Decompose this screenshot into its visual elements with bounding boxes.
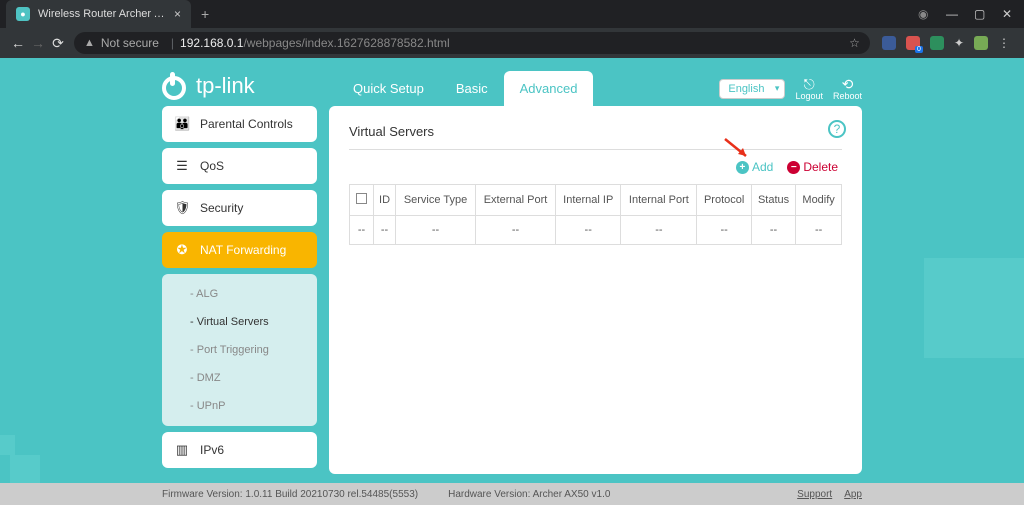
qos-icon: ☰ (174, 158, 190, 174)
security-label: Not secure (101, 36, 159, 50)
extension-icons: 0 ✦ ⋮ (876, 36, 1016, 50)
col-status: Status (751, 185, 795, 216)
brand-logo: tp-link (162, 72, 317, 100)
support-link[interactable]: Support (797, 489, 832, 500)
url-input[interactable]: ▲ Not secure | 192.168.0.1 /webpages/ind… (74, 32, 870, 54)
close-tab-icon[interactable]: × (174, 7, 181, 21)
sidebar-item-label: IPv6 (200, 443, 224, 457)
sub-item-port-triggering[interactable]: Port Triggering (162, 336, 317, 364)
select-all-checkbox[interactable] (350, 185, 374, 216)
language-select[interactable]: English (719, 79, 785, 99)
delete-button[interactable]: − Delete (787, 160, 838, 174)
virtual-servers-table: ID Service Type External Port Internal I… (349, 184, 842, 245)
col-id: ID (374, 185, 396, 216)
nav-back-button[interactable]: ← (8, 35, 28, 51)
nav-reload-button[interactable]: ⟳ (48, 35, 68, 52)
url-host: 192.168.0.1 (180, 36, 243, 50)
sidebar-item-qos[interactable]: ☰ QoS (162, 148, 317, 184)
table-row-empty: -- -- -- -- -- -- -- -- -- (350, 216, 842, 245)
sub-item-virtual-servers[interactable]: Virtual Servers (162, 308, 317, 336)
parental-icon: 👪 (174, 116, 190, 132)
page-title: Virtual Servers (349, 124, 842, 150)
sidebar-item-parental-controls[interactable]: 👪 Parental Controls (162, 106, 317, 142)
browser-tab[interactable]: ● Wireless Router Archer AX50 × (6, 0, 191, 28)
sub-item-dmz[interactable]: DMZ (162, 364, 317, 392)
sidebar: 👪 Parental Controls ☰ QoS 🛡 Security ✪ N… (162, 106, 317, 474)
sidebar-item-nat-forwarding[interactable]: ✪ NAT Forwarding (162, 232, 317, 268)
tab-quick-setup[interactable]: Quick Setup (337, 71, 440, 106)
minimize-button[interactable]: — (946, 7, 956, 21)
shield-icon: 🛡 (174, 200, 190, 216)
reboot-icon: ⟲ (833, 77, 862, 92)
url-path: /webpages/index.1627628878582.html (243, 36, 449, 50)
col-modify: Modify (796, 185, 842, 216)
browser-menu-icon[interactable]: ⋮ (998, 36, 1010, 50)
ext-icon-2[interactable]: 0 (906, 36, 920, 50)
bookmark-icon[interactable]: ☆ (849, 36, 860, 50)
not-secure-icon: ▲ (84, 37, 95, 49)
col-external-port: External Port (475, 185, 555, 216)
reboot-button[interactable]: ⟲ Reboot (833, 77, 862, 102)
page-body: tp-link Quick Setup Basic Advanced Engli… (0, 58, 1024, 505)
sidebar-item-label: Parental Controls (200, 117, 293, 131)
logo-icon (162, 72, 190, 100)
brand-name: tp-link (196, 73, 255, 99)
help-icon[interactable]: ? (828, 120, 846, 138)
record-icon[interactable]: ◉ (918, 7, 928, 21)
minus-icon: − (787, 161, 800, 174)
nat-icon: ✪ (174, 242, 190, 258)
window-controls: ◉ — ▢ ✕ (918, 7, 1024, 21)
annotation-arrow (722, 136, 752, 166)
table-header-row: ID Service Type External Port Internal I… (350, 185, 842, 216)
sidebar-item-label: QoS (200, 159, 224, 173)
ipv6-icon: ▥ (174, 442, 190, 458)
sidebar-item-label: NAT Forwarding (200, 243, 286, 257)
col-internal-port: Internal Port (621, 185, 697, 216)
app-link[interactable]: App (844, 489, 862, 500)
col-service-type: Service Type (396, 185, 476, 216)
col-internal-ip: Internal IP (556, 185, 621, 216)
maximize-button[interactable]: ▢ (974, 7, 984, 21)
hardware-version: Hardware Version: Archer AX50 v1.0 (448, 489, 610, 500)
page-footer: Firmware Version: 1.0.11 Build 20210730 … (0, 483, 1024, 505)
tab-advanced[interactable]: Advanced (504, 71, 594, 106)
sub-item-alg[interactable]: ALG (162, 280, 317, 308)
firmware-version: Firmware Version: 1.0.11 Build 20210730 … (162, 489, 418, 500)
browser-titlebar: ● Wireless Router Archer AX50 × + ◉ — ▢ … (0, 0, 1024, 28)
ext-icon-3[interactable] (930, 36, 944, 50)
sidebar-item-label: Security (200, 201, 243, 215)
nav-forward-button[interactable]: → (28, 35, 48, 51)
browser-addrbar: ← → ⟳ ▲ Not secure | 192.168.0.1 /webpag… (0, 28, 1024, 58)
tab-title: Wireless Router Archer AX50 (38, 8, 170, 20)
sub-item-upnp[interactable]: UPnP (162, 392, 317, 420)
content-panel: Virtual Servers ? + Add − Delete (329, 106, 862, 474)
favicon: ● (16, 7, 30, 21)
sidebar-submenu: ALG Virtual Servers Port Triggering DMZ … (162, 274, 317, 426)
profile-avatar[interactable] (974, 36, 988, 50)
extensions-icon[interactable]: ✦ (954, 36, 964, 50)
new-tab-button[interactable]: + (201, 6, 209, 22)
col-protocol: Protocol (697, 185, 751, 216)
ext-icon-1[interactable] (882, 36, 896, 50)
sidebar-item-security[interactable]: 🛡 Security (162, 190, 317, 226)
sidebar-item-ipv6[interactable]: ▥ IPv6 (162, 432, 317, 468)
close-window-button[interactable]: ✕ (1002, 7, 1012, 21)
logout-icon: ⎋ (795, 77, 823, 92)
tab-basic[interactable]: Basic (440, 71, 504, 106)
logout-button[interactable]: ⎋ Logout (795, 77, 823, 102)
